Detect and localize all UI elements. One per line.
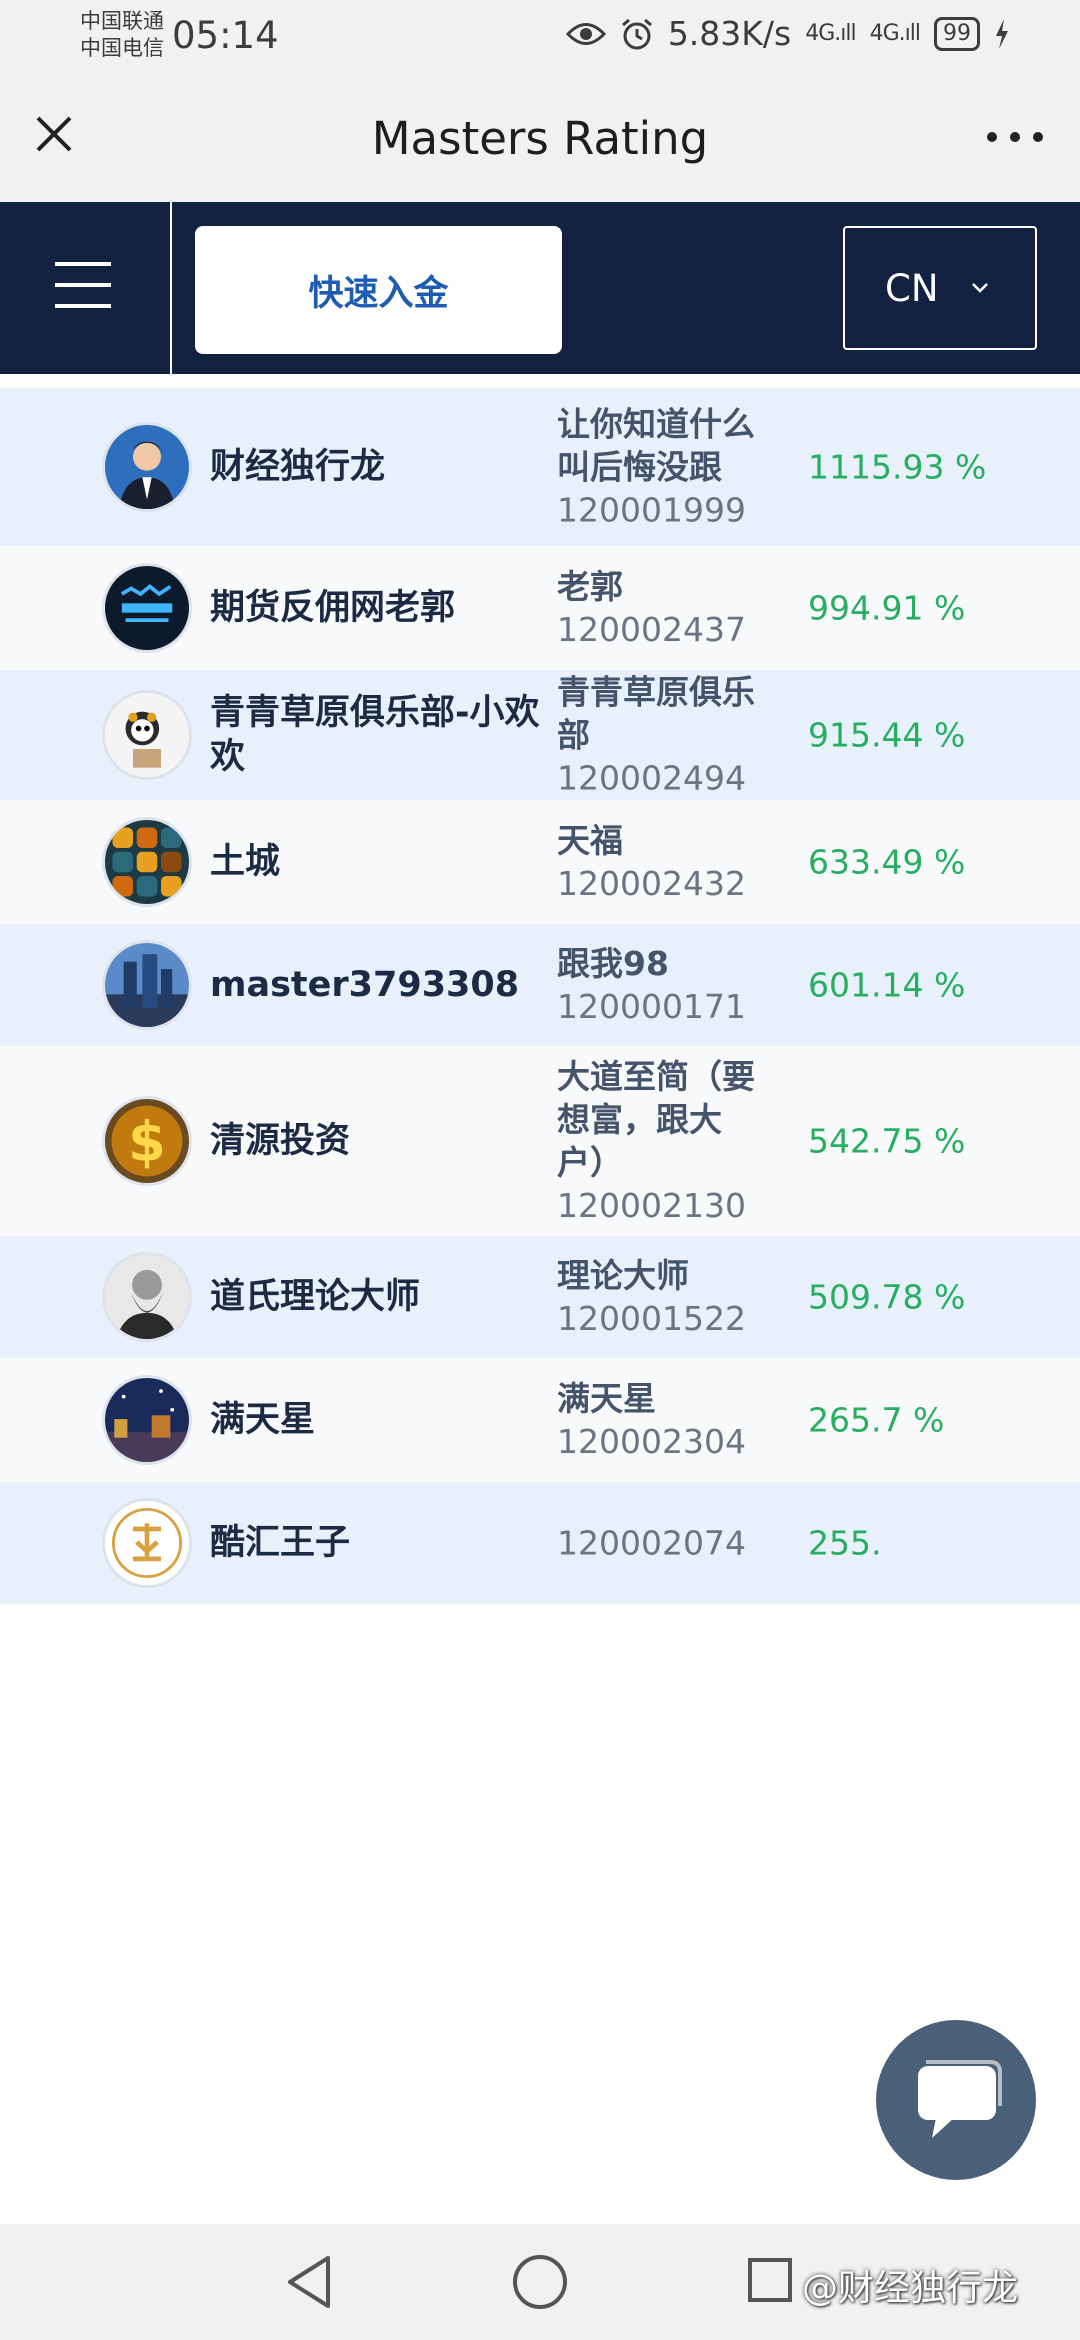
- language-select[interactable]: CN: [843, 226, 1037, 350]
- site-nav: 快速入金 CN: [0, 202, 1080, 374]
- master-name: 青青草原俱乐部-小欢欢: [210, 693, 540, 777]
- watermark-text: @财经独行龙: [802, 2268, 1019, 2309]
- avatar: [102, 940, 192, 1030]
- avatar: [102, 422, 192, 512]
- avatar: [102, 817, 192, 907]
- more-button[interactable]: [980, 112, 1050, 162]
- chevron-down-icon: [971, 283, 988, 293]
- strategy-id: 120001999: [557, 490, 746, 530]
- master-name: 期货反佣网老郭: [210, 588, 456, 628]
- net-speed: 5.83K/s: [667, 14, 792, 53]
- carrier-2: 中国电信: [80, 36, 164, 60]
- strategy-name: 青青草原俱乐部: [557, 672, 755, 755]
- menu-button[interactable]: [55, 262, 111, 308]
- strategy-info: 理论大师 120001522: [557, 1254, 757, 1340]
- more-icon: [987, 132, 1043, 142]
- strategy-id: 120002437: [557, 610, 746, 649]
- gain-percent: 265.7 %: [808, 1400, 945, 1440]
- strategy-name: 理论大师: [557, 1256, 689, 1295]
- master-row[interactable]: 酷汇王子 120002074 255.: [0, 1482, 1080, 1604]
- strategy-info: 跟我98 120000171: [557, 942, 757, 1028]
- strategy-id: 120002130: [557, 1186, 746, 1225]
- master-row[interactable]: 期货反佣网老郭 老郭 120002437 994.91 %: [0, 546, 1080, 670]
- signal-icon-1: 4G.ıll: [805, 21, 856, 46]
- strategy-name: 大道至简（要想富，跟大户）: [557, 1057, 755, 1182]
- master-row[interactable]: master3793308 跟我98 120000171 601.14 %: [0, 924, 1080, 1046]
- carrier-1: 中国联通: [80, 9, 164, 33]
- clock: 05:14: [172, 14, 279, 57]
- avatar: [102, 563, 192, 653]
- master-name: 土城: [210, 842, 281, 882]
- gain-percent: 1115.93 %: [808, 447, 987, 487]
- language-value: CN: [885, 266, 939, 310]
- page-title: Masters Rating: [371, 112, 709, 165]
- app-bar: Masters Rating: [0, 72, 1080, 202]
- strategy-id: 120002494: [557, 758, 746, 798]
- strategy-name: 天福: [557, 821, 623, 860]
- gain-percent: 542.75 %: [808, 1121, 966, 1161]
- strategy-id: 120002074: [557, 1523, 746, 1563]
- masters-list: 财经独行龙 让你知道什么叫后悔没跟 120001999 1115.93 % 期货…: [0, 374, 1080, 2224]
- chat-button[interactable]: [876, 2020, 1036, 2180]
- gain-percent: 633.49 %: [808, 842, 966, 882]
- master-row[interactable]: 满天星 满天星 120002304 265.7 %: [0, 1358, 1080, 1482]
- strategy-id: 120001522: [557, 1299, 746, 1338]
- carrier-labels: 中国联通 中国电信: [80, 8, 164, 62]
- master-row[interactable]: 土城 天福 120002432 633.49 %: [0, 800, 1080, 924]
- quick-deposit-button[interactable]: 快速入金: [195, 226, 562, 354]
- battery-icon: 99: [934, 16, 980, 51]
- status-bar: 中国联通 中国电信 05:14 5.83K/s 4G.ıll 4G.ıll 99: [0, 0, 1080, 72]
- strategy-info: 天福 120002432: [557, 819, 757, 905]
- back-icon[interactable]: [282, 2252, 338, 2312]
- gain-percent: 255.: [808, 1523, 882, 1563]
- master-name: 酷汇王子: [210, 1523, 351, 1563]
- svg-text:$: $: [128, 1111, 166, 1174]
- gain-percent: 509.78 %: [808, 1277, 966, 1317]
- strategy-info: 大道至简（要想富，跟大户） 120002130: [557, 1055, 757, 1227]
- alarm-icon: [621, 18, 652, 49]
- avatar: [102, 690, 192, 780]
- avatar: $: [102, 1096, 192, 1186]
- charging-icon: [996, 18, 1008, 49]
- strategy-name: 跟我98: [557, 944, 669, 983]
- strategy-info: 让你知道什么叫后悔没跟 120001999: [557, 403, 757, 532]
- signal-icon-2: 4G.ıll: [869, 21, 921, 46]
- master-row[interactable]: 青青草原俱乐部-小欢欢 青青草原俱乐部 120002494 915.44 %: [0, 670, 1080, 800]
- gain-percent: 601.14 %: [808, 965, 966, 1005]
- gain-percent: 994.91 %: [808, 588, 966, 628]
- system-nav-bar: @财经独行龙: [0, 2224, 1080, 2340]
- menu-icon-line: [55, 283, 111, 287]
- eye-icon: [565, 22, 606, 45]
- master-name: 满天星: [210, 1400, 316, 1440]
- status-icons: 5.83K/s 4G.ıll 4G.ıll 99: [565, 14, 1010, 53]
- menu-icon-line: [55, 304, 111, 308]
- chat-icon: [918, 2060, 1002, 2138]
- master-row[interactable]: 道氏理论大师 理论大师 120001522 509.78 %: [0, 1236, 1080, 1358]
- strategy-name: 老郭: [557, 567, 623, 606]
- strategy-id: 120000171: [557, 987, 746, 1026]
- strategy-id: 120002304: [557, 1422, 746, 1461]
- strategy-info: 120002074: [557, 1522, 757, 1565]
- master-name: 清源投资: [210, 1121, 351, 1161]
- master-name: 财经独行龙: [210, 447, 386, 487]
- avatar: [102, 1375, 192, 1465]
- strategy-info: 满天星 120002304: [557, 1377, 757, 1463]
- master-row[interactable]: 财经独行龙 让你知道什么叫后悔没跟 120001999 1115.93 %: [0, 388, 1080, 546]
- nav-divider: [170, 202, 172, 374]
- strategy-name: 满天星: [557, 1379, 656, 1418]
- gain-percent: 915.44 %: [808, 715, 966, 755]
- avatar: [102, 1498, 192, 1588]
- recent-apps-icon[interactable]: [748, 2258, 792, 2302]
- home-icon[interactable]: [513, 2255, 567, 2309]
- master-name: master3793308: [210, 965, 520, 1005]
- menu-icon-line: [55, 262, 111, 266]
- master-name: 道氏理论大师: [210, 1277, 421, 1317]
- master-row[interactable]: $ 清源投资 大道至简（要想富，跟大户） 120002130 542.75 %: [0, 1046, 1080, 1236]
- avatar: [102, 1252, 192, 1342]
- strategy-info: 青青草原俱乐部 120002494: [557, 671, 757, 800]
- strategy-info: 老郭 120002437: [557, 565, 757, 651]
- strategy-name: 让你知道什么叫后悔没跟: [557, 404, 755, 487]
- strategy-id: 120002432: [557, 864, 746, 903]
